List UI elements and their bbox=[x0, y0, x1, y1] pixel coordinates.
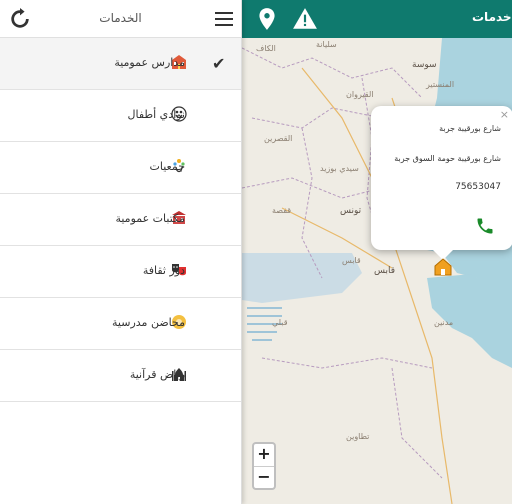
map-label-monastir: المنستير bbox=[426, 80, 455, 89]
sidebar-item-label: دور ثقافة bbox=[142, 264, 185, 277]
school-marker-icon[interactable] bbox=[434, 258, 452, 276]
map-label-kef: الكاف bbox=[256, 44, 276, 53]
hamburger-menu-icon[interactable] bbox=[215, 12, 233, 26]
sidebar-item-label: رياض قرآنية bbox=[129, 368, 185, 381]
map-label-gafsa: قفصة bbox=[272, 206, 292, 215]
services-sidebar: الخدمات ✔ مدارس عمومية نوادي أطفال جمعيا… bbox=[0, 0, 242, 504]
map-label-gabes-city: قابس bbox=[374, 266, 396, 276]
zoom-out-button[interactable]: − bbox=[254, 466, 274, 488]
sidebar-header: الخدمات bbox=[0, 0, 241, 38]
map-label-kasserine: القصرين bbox=[264, 134, 293, 143]
topbar-title: خدمات bbox=[472, 10, 512, 24]
sidebar-item-label: مدارس عمومية bbox=[114, 56, 185, 69]
map-label-medenine: مدنين bbox=[434, 318, 454, 327]
sidebar-item-label: جمعيات bbox=[149, 160, 186, 173]
map-label-kebili: قبلي bbox=[272, 318, 288, 327]
sidebar-item-public-libraries[interactable]: مكتبات عمومية bbox=[0, 194, 241, 246]
sidebar-item-culture-houses[interactable]: دور ثقافة bbox=[0, 246, 241, 298]
sidebar-item-children-clubs[interactable]: نوادي أطفال bbox=[0, 90, 241, 142]
popup-close-button[interactable]: × bbox=[500, 108, 509, 121]
app-root: الكاف سليانة سوسة المنستير القيروان القص… bbox=[0, 0, 512, 504]
sidebar-title: الخدمات bbox=[99, 11, 142, 25]
popup-address-line1: شارع بورقيبة جربة bbox=[439, 124, 501, 133]
map-label-gabes: قابس bbox=[342, 256, 361, 265]
checkmark-icon: ✔ bbox=[212, 54, 226, 73]
zoom-control: + − bbox=[252, 442, 276, 490]
map-label-kairouan: القيروان bbox=[346, 90, 374, 99]
sidebar-item-label: نوادي أطفال bbox=[127, 108, 185, 121]
map-label-tunis: تونس bbox=[340, 206, 362, 216]
sidebar-item-quranic-kindergartens[interactable]: رياض قرآنية bbox=[0, 350, 241, 402]
phone-call-icon[interactable] bbox=[475, 216, 495, 236]
map-label-tataouine: تطاوين bbox=[346, 432, 370, 441]
sidebar-item-associations[interactable]: جمعيات bbox=[0, 142, 241, 194]
popup-address-line2: شارع بورقيبة حومة السوق جربة bbox=[394, 154, 501, 163]
warning-icon[interactable] bbox=[292, 6, 318, 32]
top-bar: خدمات bbox=[242, 0, 512, 38]
map-label-sidi-bouzid: سيدي بوزيد bbox=[320, 164, 359, 173]
sidebar-item-school-nurseries[interactable]: محاضن مدرسية bbox=[0, 298, 241, 350]
sidebar-item-label: محاضن مدرسية bbox=[112, 316, 185, 329]
map-label-siliana: سليانة bbox=[316, 40, 337, 49]
popup-phone: 75653047 bbox=[455, 182, 501, 192]
location-popup: × شارع بورقيبة جربة شارع بورقيبة حومة ال… bbox=[371, 106, 512, 250]
sidebar-item-label: مكتبات عمومية bbox=[115, 212, 185, 225]
location-pin-icon[interactable] bbox=[254, 6, 280, 32]
sidebar-item-public-schools[interactable]: ✔ مدارس عمومية bbox=[0, 38, 241, 90]
zoom-in-button[interactable]: + bbox=[254, 444, 274, 466]
map-label-sousse: سوسة bbox=[412, 60, 437, 70]
